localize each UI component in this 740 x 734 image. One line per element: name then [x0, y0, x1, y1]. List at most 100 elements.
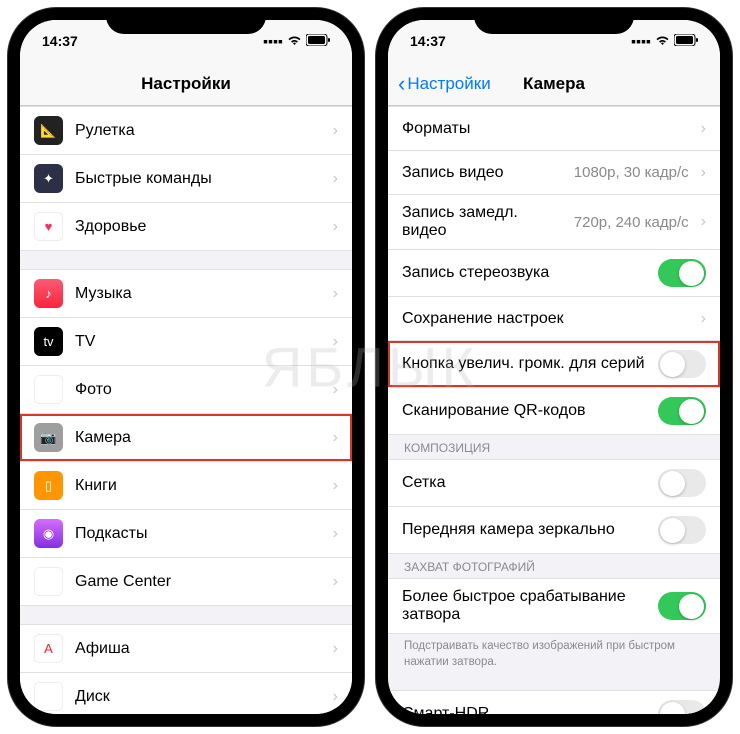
camera-formats[interactable]: Форматы ›	[388, 106, 720, 150]
cell-label: Game Center	[75, 573, 321, 591]
chevron-right-icon: ›	[333, 122, 338, 140]
wifi-icon	[287, 33, 302, 49]
camera-volume-burst[interactable]: Кнопка увелич. громк. для серий	[388, 340, 720, 387]
chevron-right-icon: ›	[333, 525, 338, 543]
camera-smart-hdr[interactable]: Смарт-HDR	[388, 690, 720, 714]
settings-gamecenter[interactable]: ●● Game Center ›	[20, 557, 352, 606]
settings-music-icon: ♪	[34, 279, 63, 308]
chevron-right-icon: ›	[333, 285, 338, 303]
chevron-right-icon: ›	[333, 640, 338, 658]
back-label: Настройки	[407, 74, 490, 94]
signal-icon: ▪▪▪▪	[263, 33, 283, 49]
chevron-right-icon: ›	[333, 170, 338, 188]
camera-grid[interactable]: Сетка	[388, 459, 720, 506]
camera-grid-toggle[interactable]	[658, 469, 706, 497]
settings-camera[interactable]: 📷 Камера ›	[20, 413, 352, 461]
screen-settings: 14:37 ▪▪▪▪ Настройки 📐 Рулетка › ✦ Быстр…	[20, 20, 352, 714]
camera-scan-qr[interactable]: Сканирование QR-кодов	[388, 387, 720, 435]
page-title: Камера	[523, 74, 585, 94]
cell-label: Передняя камера зеркально	[402, 521, 646, 539]
camera-stereo-sound[interactable]: Запись стереозвука	[388, 249, 720, 296]
settings-shortcuts-icon: ✦	[34, 164, 63, 193]
settings-photos[interactable]: ❀ Фото ›	[20, 365, 352, 413]
status-indicators: ▪▪▪▪	[631, 33, 698, 49]
phone-left: 14:37 ▪▪▪▪ Настройки 📐 Рулетка › ✦ Быстр…	[8, 8, 364, 726]
camera-preserve-settings[interactable]: Сохранение настроек ›	[388, 296, 720, 340]
chevron-right-icon: ›	[701, 120, 706, 138]
chevron-right-icon: ›	[333, 333, 338, 351]
cell-label: Камера	[75, 429, 321, 447]
cell-detail: 720p, 240 кадр/с	[574, 214, 689, 231]
settings-tv-icon: tv	[34, 327, 63, 356]
camera-settings-list[interactable]: Форматы › Запись видео 1080p, 30 кадр/с›…	[388, 106, 720, 714]
cell-label: Запись стереозвука	[402, 264, 646, 282]
status-time: 14:37	[42, 33, 78, 49]
chevron-right-icon: ›	[333, 218, 338, 236]
notch	[106, 8, 266, 34]
settings-tv[interactable]: tv TV ›	[20, 317, 352, 365]
cell-label: Рулетка	[75, 122, 321, 140]
settings-music[interactable]: ♪ Музыка ›	[20, 269, 352, 317]
battery-icon	[306, 33, 330, 49]
settings-health[interactable]: ♥ Здоровье ›	[20, 202, 352, 251]
screen-camera: 14:37 ▪▪▪▪ ‹ Настройки Камера Форматы › …	[388, 20, 720, 714]
battery-icon	[674, 33, 698, 49]
settings-gamecenter-icon: ●●	[34, 567, 63, 596]
page-title: Настройки	[141, 74, 231, 94]
settings-afisha-icon: А	[34, 634, 63, 663]
camera-scan-qr-toggle[interactable]	[658, 397, 706, 425]
cell-label: Подкасты	[75, 525, 321, 543]
chevron-right-icon: ›	[701, 213, 706, 231]
cell-label: Форматы	[402, 120, 689, 138]
cell-detail: 1080p, 30 кадр/с	[574, 164, 689, 181]
settings-camera-icon: 📷	[34, 423, 63, 452]
section-header-composition: КОМПОЗИЦИЯ	[388, 435, 720, 459]
section-header-capture: ЗАХВАТ ФОТОГРАФИЙ	[388, 554, 720, 578]
settings-books-icon: ▯	[34, 471, 63, 500]
cell-label: Афиша	[75, 640, 321, 658]
camera-record-video[interactable]: Запись видео 1080p, 30 кадр/с›	[388, 150, 720, 194]
settings-shortcuts[interactable]: ✦ Быстрые команды ›	[20, 154, 352, 202]
camera-stereo-sound-toggle[interactable]	[658, 259, 706, 287]
cell-label: Здоровье	[75, 218, 321, 236]
settings-podcasts[interactable]: ◉ Подкасты ›	[20, 509, 352, 557]
chevron-right-icon: ›	[333, 477, 338, 495]
cell-label: Диск	[75, 688, 321, 706]
cell-label: Запись видео	[402, 164, 562, 182]
wifi-icon	[655, 33, 670, 49]
cell-label: Быстрые команды	[75, 170, 321, 188]
cell-label: Сохранение настроек	[402, 310, 689, 328]
settings-afisha[interactable]: А Афиша ›	[20, 624, 352, 672]
chevron-left-icon: ‹	[398, 71, 405, 97]
chevron-right-icon: ›	[333, 688, 338, 706]
camera-mirror-front-toggle[interactable]	[658, 516, 706, 544]
status-indicators: ▪▪▪▪	[263, 33, 330, 49]
settings-list[interactable]: 📐 Рулетка › ✦ Быстрые команды › ♥ Здоров…	[20, 106, 352, 714]
settings-podcasts-icon: ◉	[34, 519, 63, 548]
settings-measure[interactable]: 📐 Рулетка ›	[20, 106, 352, 154]
chevron-right-icon: ›	[333, 429, 338, 447]
back-button[interactable]: ‹ Настройки	[398, 71, 491, 97]
section-footer-shutter: Подстраивать качество изображений при бы…	[388, 634, 720, 672]
camera-record-slomo[interactable]: Запись замедл. видео 720p, 240 кадр/с›	[388, 194, 720, 249]
settings-health-icon: ♥	[34, 212, 63, 241]
chevron-right-icon: ›	[333, 573, 338, 591]
settings-disk[interactable]: ◒ Диск ›	[20, 672, 352, 714]
settings-books[interactable]: ▯ Книги ›	[20, 461, 352, 509]
notch	[474, 8, 634, 34]
chevron-right-icon: ›	[701, 310, 706, 328]
camera-faster-shutter[interactable]: Более быстрое срабатывание затвора	[388, 578, 720, 634]
camera-mirror-front[interactable]: Передняя камера зеркально	[388, 506, 720, 554]
camera-faster-shutter-toggle[interactable]	[658, 592, 706, 620]
cell-label: TV	[75, 333, 321, 351]
nav-bar: Настройки	[20, 62, 352, 106]
cell-label: Фото	[75, 381, 321, 399]
signal-icon: ▪▪▪▪	[631, 33, 651, 49]
cell-label: Музыка	[75, 285, 321, 303]
settings-measure-icon: 📐	[34, 116, 63, 145]
camera-volume-burst-toggle[interactable]	[658, 350, 706, 378]
chevron-right-icon: ›	[333, 381, 338, 399]
cell-label: Смарт-HDR	[402, 705, 646, 714]
cell-label: Сканирование QR-кодов	[402, 402, 646, 420]
camera-smart-hdr-toggle[interactable]	[658, 700, 706, 714]
